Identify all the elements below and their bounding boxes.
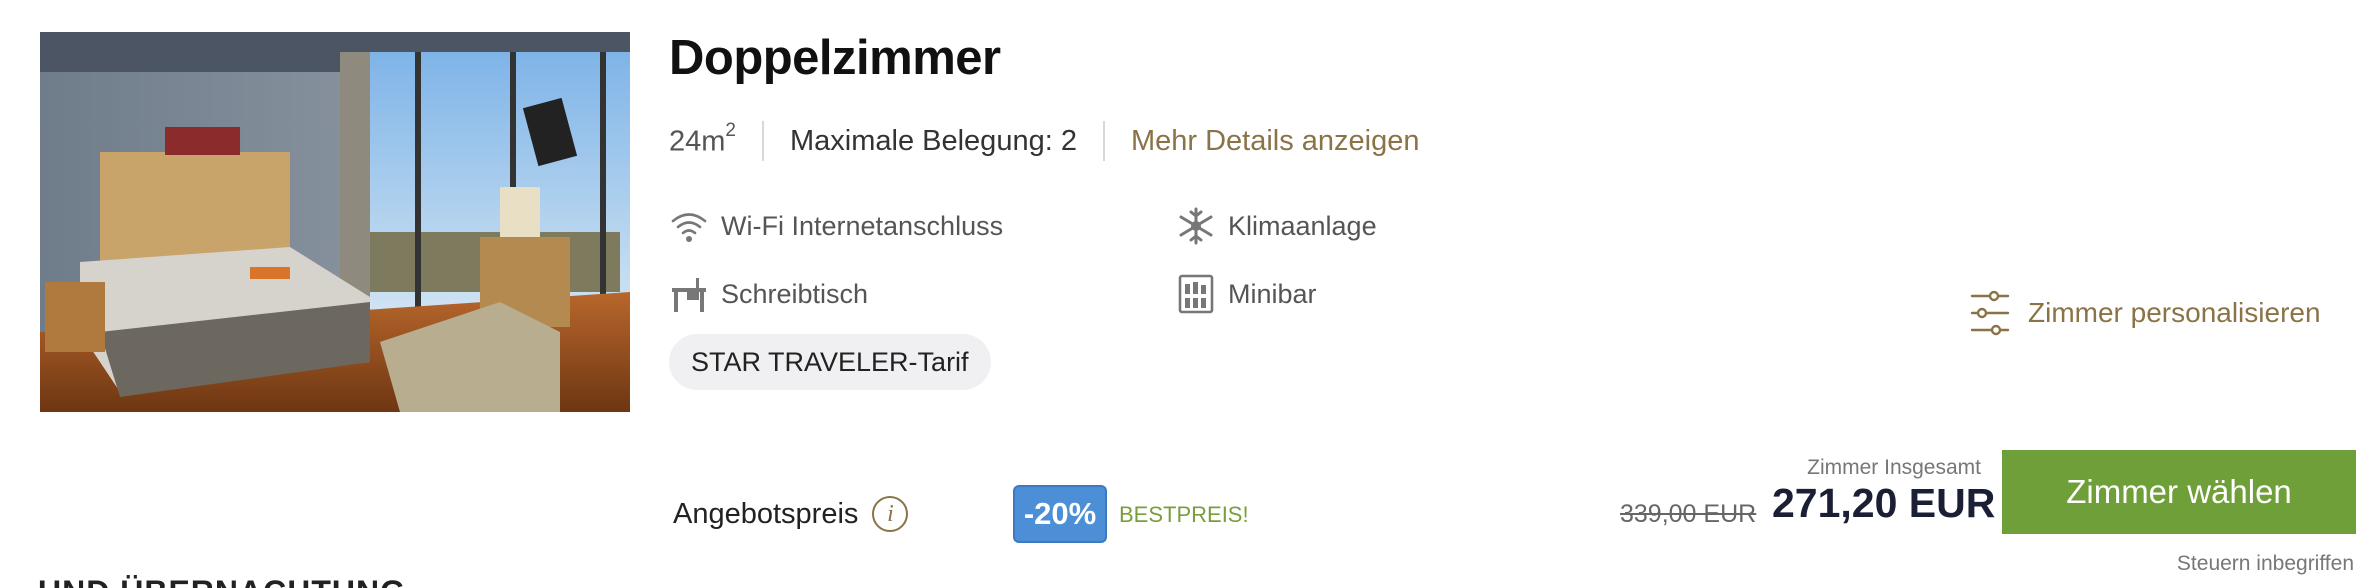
minibar-icon [1176, 274, 1216, 314]
discount-badge: -20% [1013, 485, 1107, 543]
room-total-label: Zimmer Insgesamt [1807, 456, 1981, 479]
offer-label-text: Angebotspreis [673, 497, 859, 530]
sliders-icon [1970, 290, 2010, 336]
info-icon[interactable]: i [872, 496, 909, 532]
amenity-label: Schreibtisch [721, 278, 869, 309]
divider [1102, 121, 1105, 161]
tariff-badge: STAR TRAVELER-Tarif [669, 334, 991, 390]
amenity-label: Wi-Fi Internetanschluss [721, 210, 1004, 241]
original-price: 339,00 EUR [1620, 500, 1757, 528]
select-room-button[interactable]: Zimmer wählen [2002, 450, 2356, 534]
room-size-unit: 2 [725, 119, 736, 141]
amenity-ac: Klimaanlage [1176, 206, 1377, 246]
divider [762, 121, 764, 161]
room-size: 24m2 [669, 120, 736, 159]
max-occupancy: Maximale Belegung: 2 [790, 124, 1077, 157]
offer-price-label: Angebotspreis i [673, 496, 909, 532]
room-title: Doppelzimmer [669, 31, 1001, 85]
personalize-label: Zimmer personalisieren [2028, 297, 2321, 328]
personalize-room-button[interactable]: Zimmer personalisieren [1970, 290, 2321, 336]
room-size-value: 24m [669, 125, 726, 158]
more-details-link[interactable]: Mehr Details anzeigen [1131, 125, 1420, 158]
best-price-label: BESTPREIS! [1119, 502, 1249, 527]
amenity-minibar: Minibar [1176, 274, 1317, 314]
wifi-icon [669, 206, 709, 246]
snowflake-icon [1176, 206, 1216, 246]
amenity-desk: Schreibtisch [669, 274, 868, 314]
next-section-heading: UND ÜBERNACHTUNG [38, 574, 406, 588]
discounted-price: 271,20 EUR [1772, 480, 1996, 526]
amenity-label: Klimaanlage [1228, 210, 1377, 241]
taxes-note: Steuern inbegriffen [2176, 552, 2354, 575]
room-photo[interactable] [40, 32, 630, 412]
room-meta: 24m2 Maximale Belegung: 2 Mehr Details a… [669, 118, 1420, 164]
amenity-wifi: Wi-Fi Internetanschluss [669, 206, 1003, 246]
amenity-label: Minibar [1228, 278, 1317, 309]
desk-icon [669, 274, 709, 314]
